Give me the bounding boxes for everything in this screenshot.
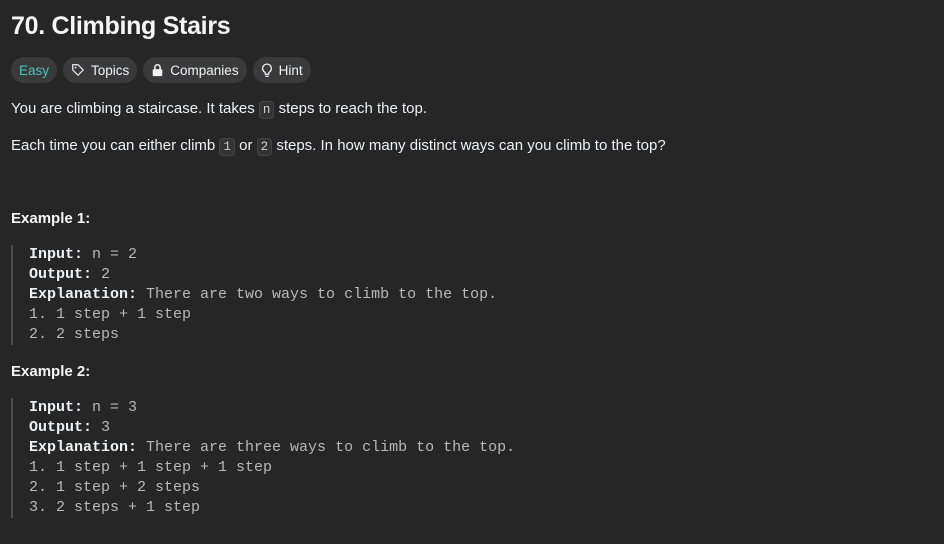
desc-text: Each time you can either climb <box>11 137 220 154</box>
example-input-line: Input: n = 3 <box>29 398 515 418</box>
tag-icon <box>71 63 85 77</box>
explanation-item: 2. 2 steps <box>29 326 120 343</box>
example-explanation-line: Explanation: There are three ways to cli… <box>29 438 515 458</box>
output-value: 3 <box>92 419 111 436</box>
example-1-title: Example 1: <box>11 210 91 227</box>
example-output-line: Output: 3 <box>29 418 515 438</box>
explanation-item: 3. 2 steps + 1 step <box>29 499 201 516</box>
output-label: Output: <box>29 419 93 436</box>
desc-text: or <box>234 137 257 154</box>
difficulty-label: Easy <box>19 62 50 78</box>
difficulty-badge: Easy <box>11 57 58 83</box>
example-2-title: Example 2: <box>11 363 91 380</box>
problem-description-panel: 70. Climbing Stairs Easy Topics Companie… <box>0 0 944 544</box>
example-output-line: Output: 2 <box>29 265 497 285</box>
topics-button[interactable]: Topics <box>63 57 138 83</box>
lock-icon <box>151 63 164 77</box>
desc-text: steps. In how many distinct ways can you… <box>272 137 666 154</box>
inline-code: n <box>258 101 275 119</box>
example-input-line: Input: n = 2 <box>29 245 497 265</box>
output-label: Output: <box>29 266 93 283</box>
inline-code: 1 <box>219 138 235 156</box>
input-label: Input: <box>29 399 84 416</box>
explanation-item: 1. 1 step + 1 step + 1 step <box>29 459 273 476</box>
desc-text: steps to reach the top. <box>274 100 428 117</box>
explanation-value: There are three ways to climb to the top… <box>137 439 516 456</box>
hint-button[interactable]: Hint <box>252 57 311 83</box>
input-value: n = 2 <box>83 246 138 263</box>
explanation-value: There are two ways to climb to the top. <box>137 286 498 303</box>
companies-button[interactable]: Companies <box>143 57 247 83</box>
hint-label: Hint <box>278 62 303 78</box>
explanation-label: Explanation: <box>29 439 138 456</box>
example-1-block: Input: n = 2 Output: 2 Explanation: There … <box>11 245 497 345</box>
input-label: Input: <box>29 246 84 263</box>
page-title: 70. Climbing Stairs <box>11 12 231 40</box>
topics-label: Topics <box>91 62 130 78</box>
input-value: n = 3 <box>83 399 138 416</box>
example-explanation-line: Explanation: There are two ways to climb… <box>29 285 497 305</box>
explanation-item: 1. 1 step + 1 step <box>29 306 192 323</box>
explanation-label: Explanation: <box>29 286 138 303</box>
description-paragraph-1: You are climbing a staircase. It takes n… <box>11 98 427 121</box>
output-value: 2 <box>92 266 111 283</box>
explanation-item: 2. 1 step + 2 steps <box>29 479 201 496</box>
tag-row: Easy Topics Companies Hint <box>11 57 311 83</box>
inline-code: 2 <box>256 138 273 156</box>
companies-label: Companies <box>170 62 239 78</box>
lightbulb-icon <box>261 62 273 78</box>
example-2-block: Input: n = 3 Output: 3 Explanation: There … <box>11 398 515 518</box>
description-paragraph-2: Each time you can either climb 1 or 2 st… <box>11 135 666 158</box>
desc-text: You are climbing a staircase. It takes <box>11 100 259 117</box>
